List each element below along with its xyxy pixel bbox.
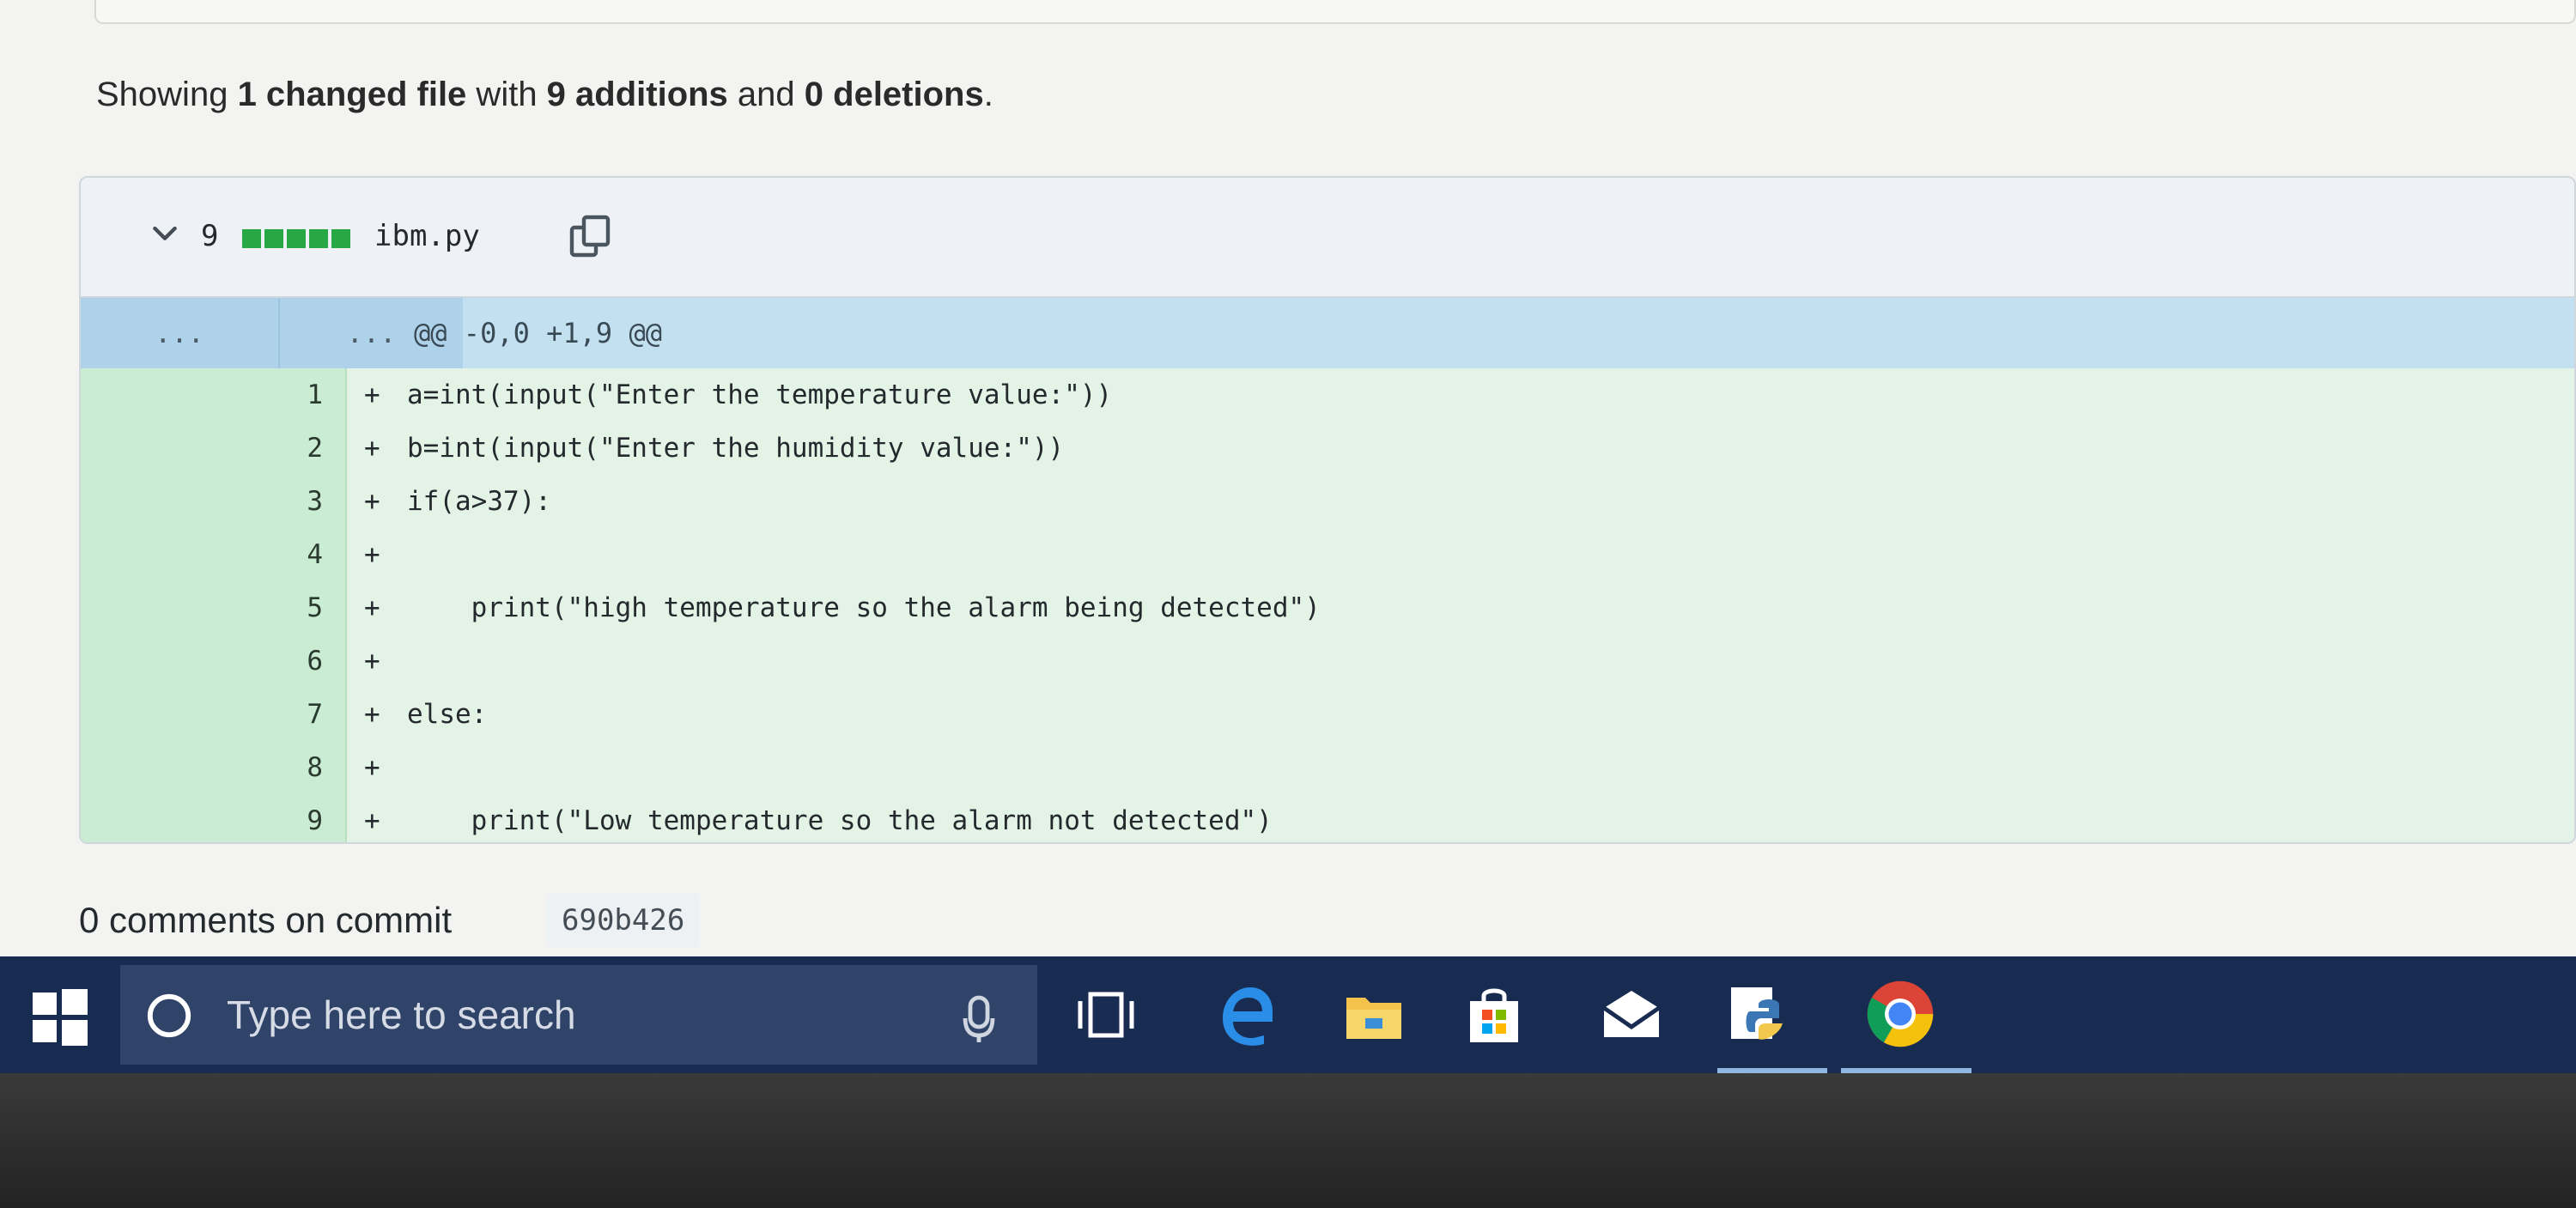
- diff-line: 9 + print("Low temperature so the alarm …: [81, 794, 2574, 842]
- line-number[interactable]: 7: [252, 688, 338, 741]
- diff-line: 2 + b=int(input("Enter the humidity valu…: [81, 422, 2574, 475]
- diff-summary: Showing 1 changed file with 9 additions …: [96, 76, 993, 114]
- search-placeholder[interactable]: Type here to search: [227, 965, 576, 1065]
- diff-line: 7 + else:: [81, 688, 2574, 741]
- code-text: print("Low temperature so the alarm not …: [407, 805, 1273, 836]
- copy-icon[interactable]: [567, 212, 615, 260]
- chrome-icon[interactable]: [1862, 975, 1939, 1053]
- diffstat-block: [264, 229, 283, 248]
- code-text: else:: [407, 699, 488, 730]
- addition-marker: +: [364, 646, 380, 677]
- addition-marker: +: [364, 805, 380, 836]
- hunk-header-text: @@ -0,0 +1,9 @@: [414, 317, 662, 349]
- hunk-header-row: ... ... @@ -0,0 +1,9 @@: [81, 298, 2574, 368]
- line-number[interactable]: 2: [252, 422, 338, 475]
- code-text: if(a>37):: [407, 486, 551, 517]
- diff-line: 6 +: [81, 634, 2574, 688]
- additions-count: 9 additions: [546, 76, 728, 113]
- file-explorer-icon[interactable]: [1340, 980, 1408, 1049]
- cortana-icon[interactable]: [144, 991, 194, 1041]
- summary-with: with: [466, 76, 547, 113]
- line-number[interactable]: 9: [252, 794, 338, 842]
- addition-marker: +: [364, 539, 380, 570]
- file-diff: 9 ibm.py ... ... @@ -0,0 +1,9 @@ 1 + a=i…: [79, 176, 2576, 844]
- code-text: print("high temperature so the alarm bei…: [407, 592, 1321, 623]
- diff-line: 3 + if(a>37):: [81, 475, 2574, 528]
- addition-marker: +: [364, 752, 380, 783]
- line-number[interactable]: 3: [252, 475, 338, 528]
- diff-lines: 1 + a=int(input("Enter the temperature v…: [81, 368, 2574, 842]
- diff-line: 8 +: [81, 741, 2574, 794]
- taskbar-search-box[interactable]: Type here to search: [120, 965, 1037, 1065]
- diffstat-block: [287, 229, 306, 248]
- addition-marker: +: [364, 592, 380, 623]
- summary-and: and: [727, 76, 805, 113]
- diff-line: 5 + print("high temperature so the alarm…: [81, 581, 2574, 634]
- deletions-count: 0 deletions: [804, 76, 984, 113]
- microphone-icon[interactable]: [960, 994, 998, 1046]
- file-addition-count: 9: [201, 219, 219, 253]
- previous-card-edge: [94, 0, 2576, 24]
- line-number[interactable]: 8: [252, 741, 338, 794]
- addition-marker: +: [364, 486, 380, 517]
- file-name-link[interactable]: ibm.py: [374, 219, 480, 253]
- comments-heading: 0 comments on commit: [79, 900, 453, 940]
- addition-marker: +: [364, 433, 380, 464]
- hunk-expand-old[interactable]: ...: [81, 298, 278, 368]
- diff-line: 4 +: [81, 528, 2574, 581]
- commit-sha[interactable]: 690b426: [546, 893, 701, 948]
- chevron-down-icon[interactable]: [148, 215, 182, 250]
- browser-page: Showing 1 changed file with 9 additions …: [0, 0, 2576, 1073]
- python-idle-icon[interactable]: [1724, 980, 1793, 1049]
- windows-taskbar: Type here to search: [0, 956, 2576, 1073]
- line-number[interactable]: 4: [252, 528, 338, 581]
- store-icon[interactable]: [1460, 980, 1528, 1049]
- line-number[interactable]: 5: [252, 581, 338, 634]
- changed-files-count[interactable]: 1 changed file: [238, 76, 467, 113]
- diff-line: 1 + a=int(input("Enter the temperature v…: [81, 368, 2574, 422]
- addition-marker: +: [364, 379, 380, 410]
- line-number[interactable]: 6: [252, 634, 338, 688]
- file-header: 9 ibm.py: [81, 178, 2574, 298]
- mail-icon[interactable]: [1597, 980, 1666, 1049]
- windows-start-icon[interactable]: [26, 982, 94, 1051]
- monitor-bezel: [0, 1073, 2576, 1208]
- task-view-icon[interactable]: [1072, 980, 1140, 1049]
- summary-suffix: .: [983, 76, 993, 113]
- addition-marker: +: [364, 699, 380, 730]
- line-number[interactable]: 1: [252, 368, 338, 422]
- code-text: a=int(input("Enter the temperature value…: [407, 379, 1113, 410]
- diffstat-block: [331, 229, 350, 248]
- edge-icon[interactable]: [1212, 980, 1281, 1049]
- diffstat-block: [309, 229, 328, 248]
- code-text: b=int(input("Enter the humidity value:")…: [407, 433, 1065, 464]
- diffstat-block: [242, 229, 261, 248]
- summary-prefix: Showing: [96, 76, 238, 113]
- diffstat-bar: [242, 229, 350, 248]
